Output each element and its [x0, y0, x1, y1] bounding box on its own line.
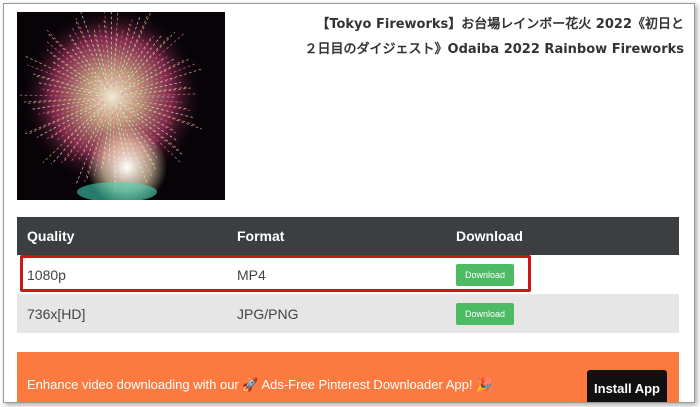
highlight-box [20, 255, 531, 292]
table-row: 736x[HD] JPG/PNG Download [17, 294, 679, 333]
download-cell: Download [446, 294, 679, 333]
download-button-736x[interactable]: Download [456, 302, 515, 325]
screenshot-frame: 【Tokyo Fireworks】お台場レインボー花火 2022《初日と２日目の… [3, 3, 695, 403]
fireworks-image [17, 12, 225, 200]
column-header-quality: Quality [17, 217, 227, 255]
banner-text: Enhance video downloading with our 🚀 Ads… [27, 377, 493, 392]
table-header-row: Quality Format Download [17, 217, 679, 255]
quality-cell: 736x[HD] [17, 294, 227, 333]
column-header-download: Download [446, 217, 679, 255]
video-title: 【Tokyo Fireworks】お台場レインボー花火 2022《初日と２日目の… [304, 17, 684, 57]
column-header-format: Format [227, 217, 446, 255]
format-cell: JPG/PNG [227, 294, 446, 333]
install-app-button[interactable]: Install App [587, 370, 667, 402]
video-thumbnail[interactable] [17, 12, 225, 200]
promo-banner: Enhance video downloading with our 🚀 Ads… [17, 352, 679, 402]
